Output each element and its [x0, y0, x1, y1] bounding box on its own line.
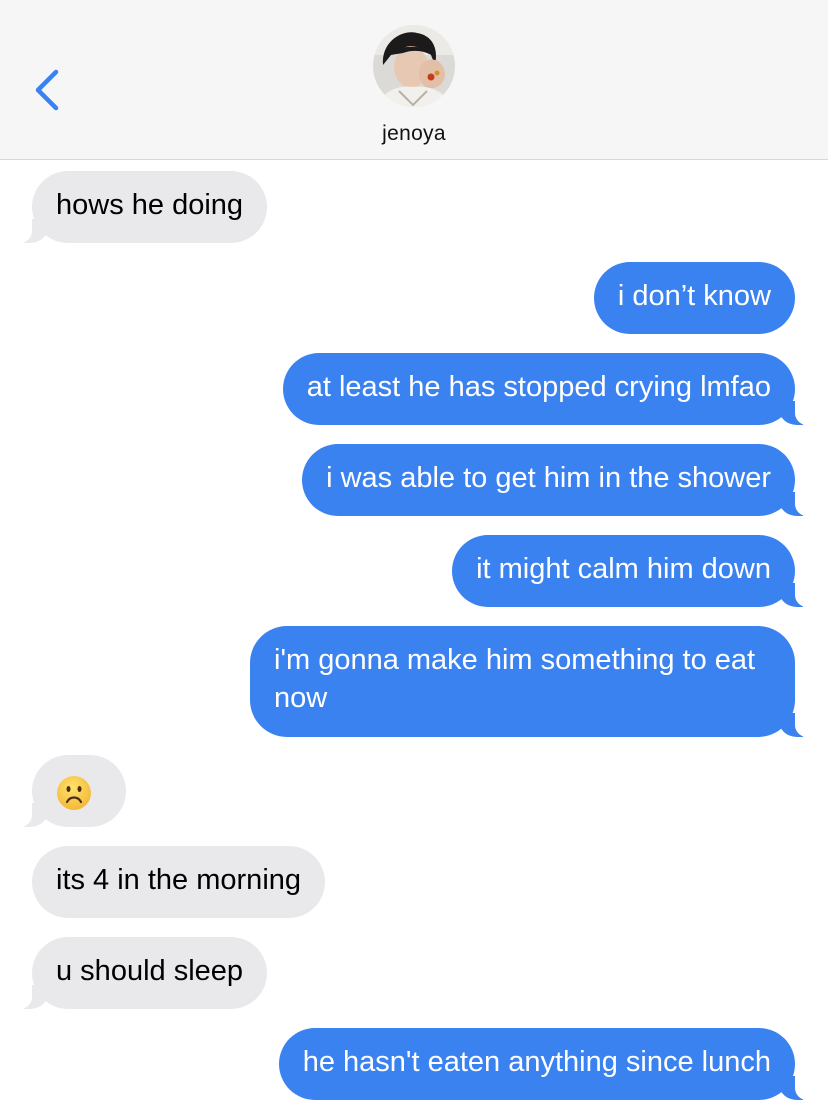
message-text: at least he has stopped crying lmfao — [306, 371, 771, 403]
message-text: u should sleep — [56, 955, 244, 987]
contact-name[interactable]: jenoya — [0, 122, 828, 146]
incoming-message-bubble[interactable]: hows he doing — [9, 171, 268, 243]
message-text: its 4 in the morning — [56, 864, 302, 896]
outgoing-message-bubble[interactable]: it might calm him down — [452, 535, 817, 607]
outgoing-message-bubble[interactable]: i don’t know — [593, 262, 795, 334]
back-button[interactable] — [26, 62, 70, 118]
message-text: hows he doing — [56, 189, 244, 221]
chevron-left-icon — [35, 69, 59, 111]
incoming-message-bubble[interactable] — [10, 755, 126, 827]
frowning-face-emoji-icon — [56, 775, 92, 811]
outgoing-message-bubble[interactable]: i'm gonna make him something to eat now — [250, 626, 817, 737]
incoming-message-bubble[interactable]: u should sleep — [9, 937, 268, 1009]
message-text: it might calm him down — [476, 553, 771, 585]
contact-avatar[interactable] — [373, 25, 455, 107]
outgoing-message-bubble[interactable]: i was able to get him in the shower — [302, 444, 817, 516]
outgoing-message-bubble[interactable]: he hasn't eaten anything since lunch — [278, 1028, 818, 1100]
message-text: he hasn't eaten anything since lunch — [302, 1046, 771, 1078]
conversation-header: jenoya — [0, 0, 828, 160]
message-text: i was able to get him in the shower — [326, 462, 771, 494]
message-text: i'm gonna make him something to eat now — [274, 644, 756, 714]
outgoing-message-bubble[interactable]: at least he has stopped crying lmfao — [282, 353, 818, 425]
incoming-message-bubble[interactable]: its 4 in the morning — [32, 846, 326, 918]
message-text: i don’t know — [617, 280, 771, 312]
